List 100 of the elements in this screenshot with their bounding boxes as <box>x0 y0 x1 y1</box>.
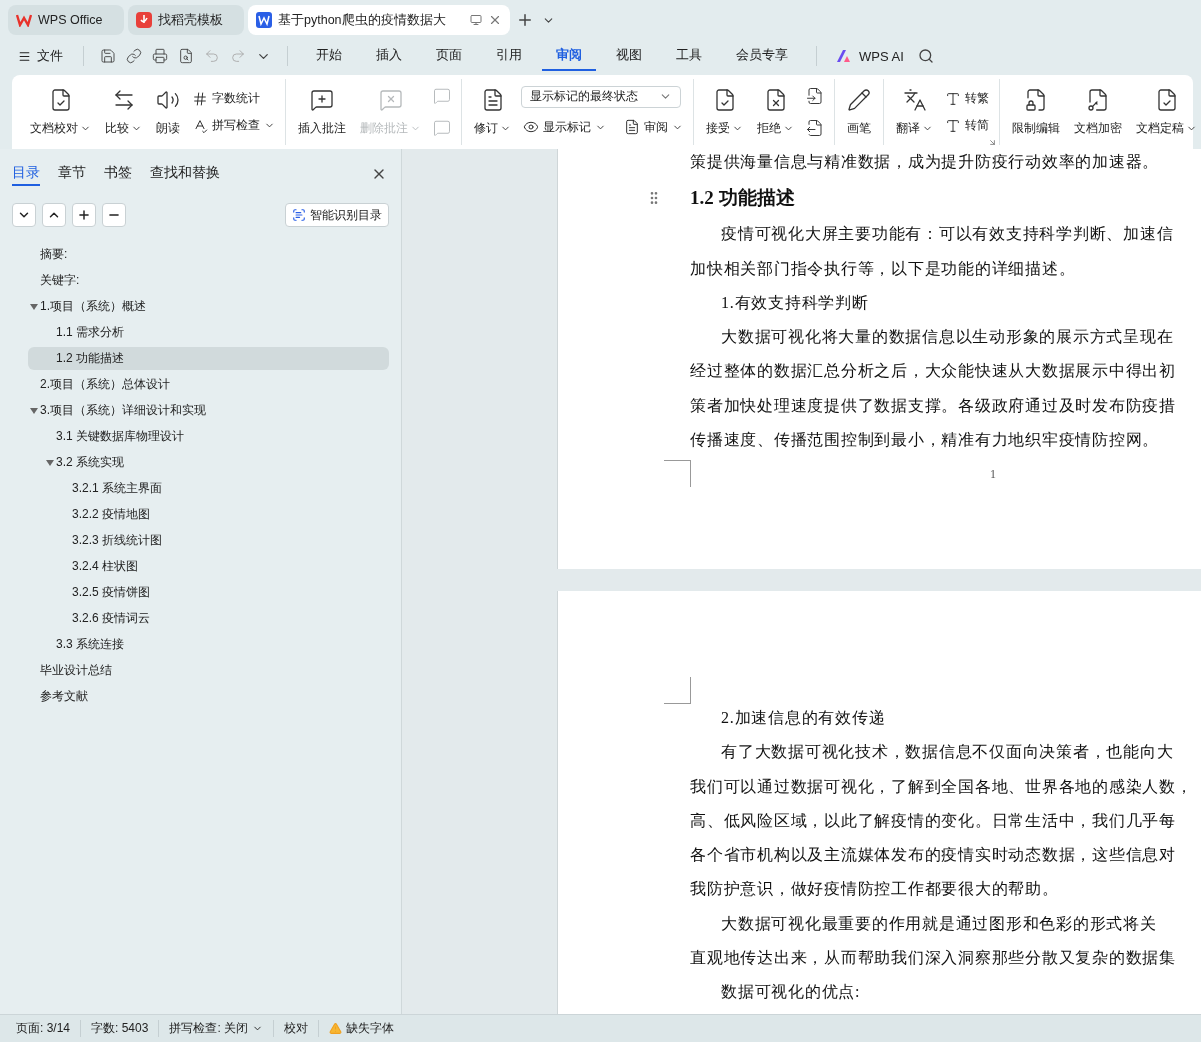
printer-icon[interactable] <box>152 48 168 64</box>
search-icon[interactable] <box>917 48 934 64</box>
crop-mark <box>664 460 691 487</box>
toc-item[interactable]: 3.项目（系统）详细设计和实现 <box>40 402 206 419</box>
status-text: 页面: 3/14 <box>16 1020 71 1037</box>
ai-logo-icon <box>837 50 853 62</box>
collapse-button[interactable] <box>42 203 66 227</box>
menu-tab[interactable]: 插入 <box>362 41 416 71</box>
review-pane-icon <box>624 119 640 135</box>
menu-tab[interactable]: 引用 <box>482 41 536 71</box>
menu-tab[interactable]: 页面 <box>422 41 476 71</box>
sidebar-tab[interactable]: 查找和替换 <box>150 162 220 186</box>
text-line: 策提供海量信息与精准数据，成为提升防疫行动效率的加速器。 <box>690 152 1160 172</box>
toc-item[interactable]: 3.2.1 系统主界面 <box>72 480 163 497</box>
file-menu[interactable]: 文件 <box>12 43 69 69</box>
next-change-icon <box>806 119 824 137</box>
text-line: 传播速度、传播范围控制到最小，精准有力地织牢疫情防控网。 <box>690 430 1160 451</box>
menu-tab[interactable]: 开始 <box>302 41 356 71</box>
toc-item[interactable]: 3.2.2 疫情地图 <box>72 506 151 523</box>
demote-button[interactable] <box>102 203 126 227</box>
ribbon-button[interactable]: 修订 <box>470 83 515 141</box>
sidebar-tab[interactable]: 书签 <box>104 162 132 186</box>
toc-item[interactable]: 3.1 关键数据库物理设计 <box>56 428 184 445</box>
close-icon[interactable] <box>488 13 502 27</box>
ribbon-button[interactable]: 文档校对 <box>26 83 95 141</box>
print-preview-icon[interactable] <box>178 48 194 64</box>
ribbon-button[interactable]: 转繁 <box>943 87 991 110</box>
translate-icon <box>902 87 927 112</box>
scan-icon <box>292 208 306 222</box>
toc-item[interactable]: 3.2.4 柱状图 <box>72 558 139 575</box>
toc-item[interactable]: 3.2 系统实现 <box>56 454 124 471</box>
ribbon-button[interactable]: 比较 <box>101 83 146 141</box>
window-tab[interactable]: 基于python爬虫的疫情数据大 <box>248 5 510 35</box>
markup-select[interactable]: 显示标记的最终状态 <box>521 85 681 108</box>
ribbon-button[interactable]: 字数统计 <box>190 87 262 110</box>
text-line: 有了大数据可视化技术，数据信息不仅面向决策者，也能向大 <box>720 742 1175 763</box>
plus-icon[interactable] <box>516 11 534 29</box>
status-link[interactable]: 缺失字体 <box>346 1020 395 1037</box>
toc-item[interactable]: 1.2 功能描述 <box>56 350 124 367</box>
toc-item[interactable]: 2.项目（系统）总体设计 <box>40 376 170 393</box>
ribbon-button[interactable]: 画笔 <box>843 83 875 141</box>
toc-item[interactable]: 1.1 需求分析 <box>56 324 124 341</box>
document-lock-icon <box>1024 87 1048 112</box>
spell-check-icon <box>192 117 208 134</box>
expanded-triangle-icon[interactable] <box>29 406 38 415</box>
menu-tab[interactable]: 视图 <box>602 41 656 71</box>
next-comment-icon <box>433 119 451 137</box>
sidebar-tab[interactable]: 目录 <box>12 162 40 186</box>
template-logo-icon <box>136 12 152 28</box>
save-icon[interactable] <box>100 48 116 64</box>
toc-item[interactable]: 3.2.5 疫情饼图 <box>72 584 151 601</box>
ribbon-button[interactable]: 拼写检查 <box>190 114 277 137</box>
expanded-triangle-icon[interactable] <box>29 302 38 311</box>
toc-item[interactable]: 3.2.3 折线统计图 <box>72 532 163 549</box>
selected-toc-row[interactable]: 1.2 功能描述 <box>28 347 389 370</box>
sidebar-tab[interactable]: 章节 <box>58 162 86 186</box>
menu-tab[interactable]: 审阅 <box>542 41 596 71</box>
toc-item[interactable]: 3.3 系统连接 <box>56 636 124 653</box>
ribbon-button[interactable]: 限制编辑 <box>1008 83 1064 141</box>
ribbon-button[interactable]: 文档定稿 <box>1132 83 1201 141</box>
menu-icon <box>18 49 31 63</box>
ribbon-button[interactable]: 拒绝 <box>753 83 798 141</box>
ai-button[interactable]: WPS AI <box>831 44 910 68</box>
text-line: 2.加速信息的有效传递 <box>720 708 887 728</box>
text-line: 各个省市机构以及主流媒体发布的疫情实时动态数据，这些信息对 <box>690 845 1177 866</box>
ribbon-button[interactable]: 翻译 <box>892 83 937 141</box>
ribbon-button[interactable]: 显示标记 <box>521 115 608 139</box>
ribbon-button[interactable]: 转简 <box>943 114 991 137</box>
toc-item[interactable]: 摘要: <box>40 246 68 263</box>
ribbon-button[interactable]: 朗读 <box>152 83 184 141</box>
promote-button[interactable] <box>72 203 96 227</box>
toc-item[interactable]: 毕业设计总结 <box>40 662 112 679</box>
text-line: 我们可以通过数据可视化，了解到全国各地、世界各地的感染人数， <box>690 776 1194 797</box>
window-tab[interactable]: 找稻壳模板 <box>128 5 244 35</box>
text-line: 直观地传达出来，从而帮助我们深入洞察那些分散又复杂的数据集 <box>690 948 1177 969</box>
ribbon-button[interactable]: 文档加密 <box>1070 83 1126 141</box>
writer-logo-icon <box>256 12 272 28</box>
ribbon-button[interactable]: 插入批注 <box>294 83 350 141</box>
wps-logo-icon <box>16 13 32 27</box>
ribbon-button[interactable]: 审阅 <box>622 115 685 139</box>
ribbon-button[interactable]: 接受 <box>702 83 747 141</box>
status-text: 字数: 5403 <box>91 1020 149 1037</box>
window-tab[interactable]: WPS Office <box>8 5 124 35</box>
toc-item[interactable]: 关键字: <box>40 272 80 289</box>
toc-item[interactable]: 3.2.6 疫情词云 <box>72 610 151 627</box>
toc-item[interactable]: 参考文献 <box>40 688 88 705</box>
menu-tab[interactable]: 会员专享 <box>722 41 802 71</box>
dialog-launcher-icon[interactable] <box>988 138 997 147</box>
previous-comment-icon <box>433 87 451 105</box>
text-line: 大数据可视化将大量的数据信息以生动形象的展示方式呈现在 <box>720 327 1175 348</box>
monitor-icon[interactable] <box>470 14 482 26</box>
expanded-triangle-icon[interactable] <box>45 458 54 467</box>
toc-item[interactable]: 1.项目（系统）概述 <box>40 298 146 315</box>
status-dropdown[interactable]: 拼写检查: 关闭 <box>169 1020 264 1037</box>
menu-tab[interactable]: 工具 <box>662 41 716 71</box>
markup-icon <box>523 119 539 135</box>
comment-plus-icon <box>310 87 334 112</box>
expand-button[interactable] <box>12 203 36 227</box>
smart-toc-button[interactable]: 智能识别目录 <box>285 203 389 227</box>
link-icon[interactable] <box>126 48 142 64</box>
